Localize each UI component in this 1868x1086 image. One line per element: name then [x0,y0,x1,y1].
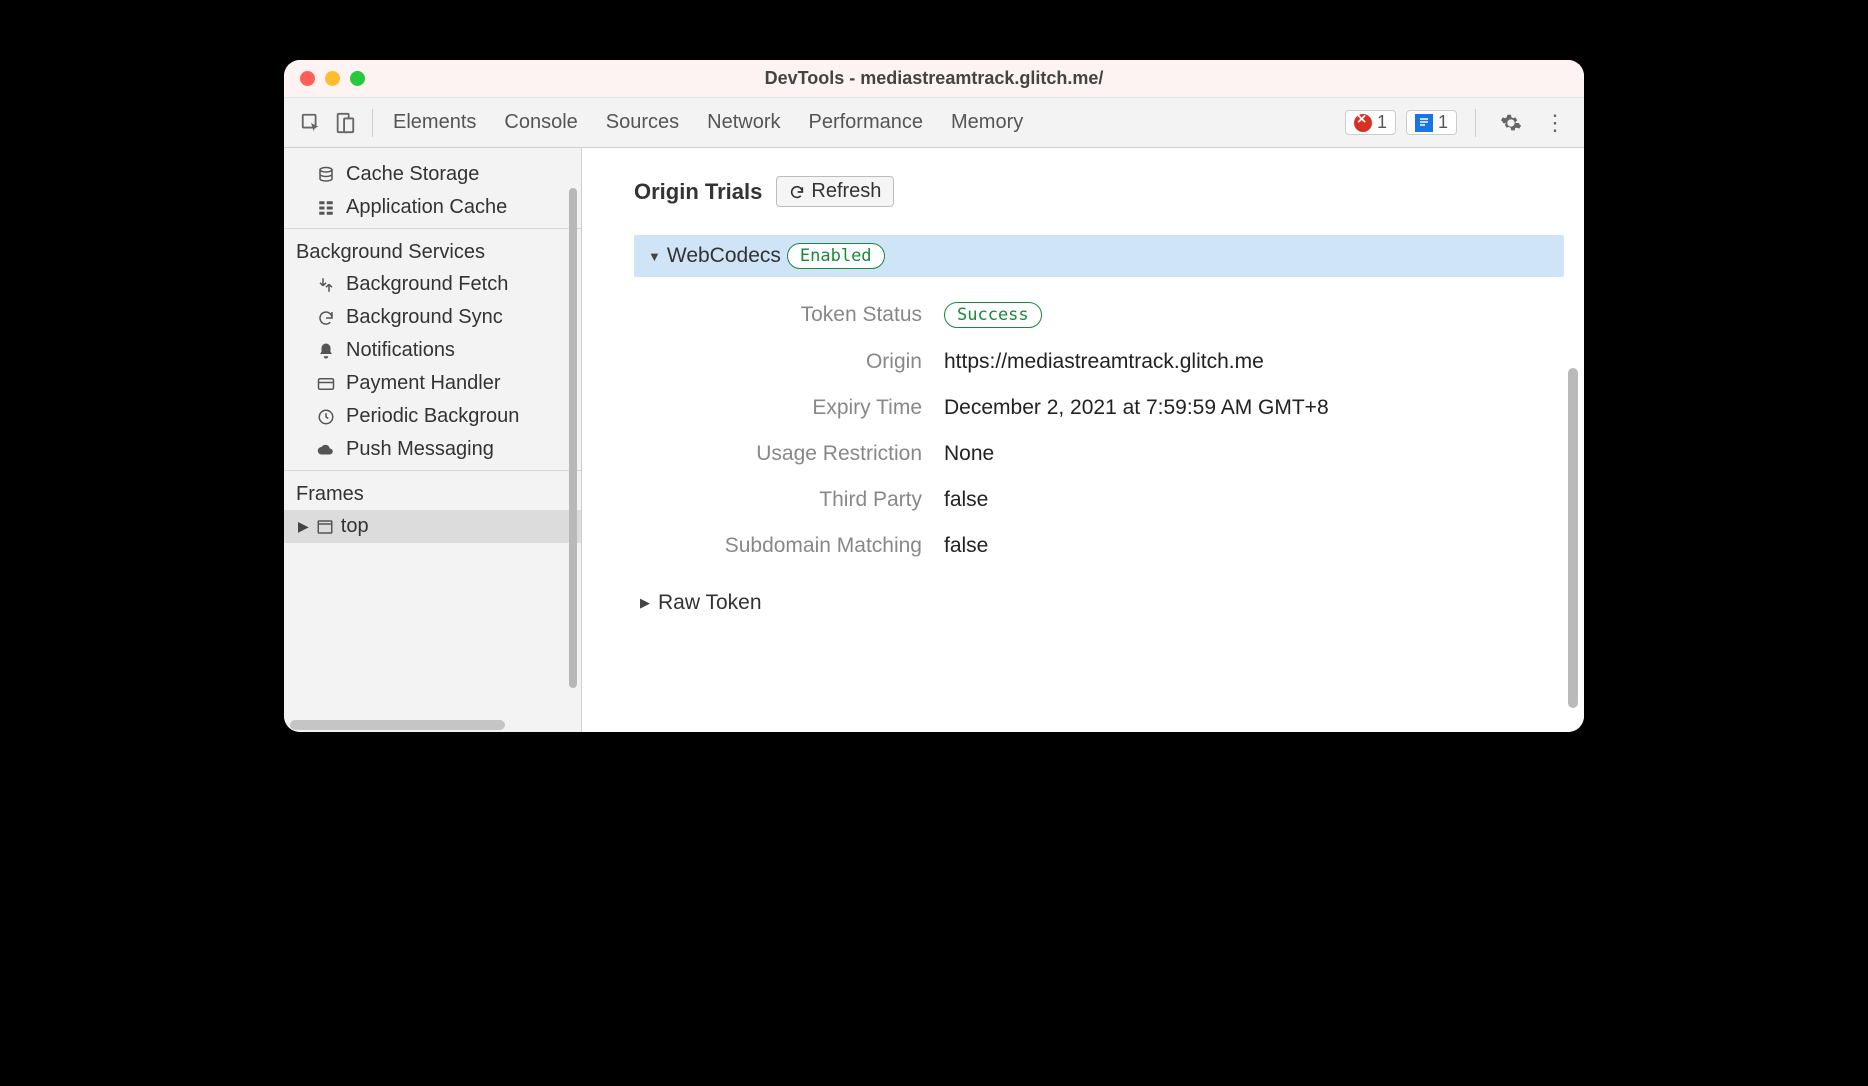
database-icon [316,166,336,184]
prop-label: Expiry Time [644,396,944,420]
sidebar-item-label: Periodic Backgroun [346,405,519,428]
prop-label: Third Party [644,488,944,512]
sidebar-item-label: Application Cache [346,196,507,219]
token-status-badge: Success [944,302,1042,328]
cloud-icon [316,441,336,459]
collapse-triangle-icon[interactable]: ▼ [648,249,661,264]
window-minimize-button[interactable] [325,71,340,86]
trial-properties: Token Status Success Origin https://medi… [644,291,1564,569]
more-menu-icon[interactable]: ⋮ [1538,110,1572,136]
sidebar-item-label: Background Sync [346,306,503,329]
device-toggle-icon[interactable] [330,108,360,138]
issues-pill[interactable]: 1 [1406,110,1457,135]
expand-triangle-icon[interactable]: ▶ [640,595,650,611]
tab-console[interactable]: Console [504,111,577,134]
issues-icon [1415,114,1433,132]
section-title: Origin Trials [634,179,762,205]
prop-label: Subdomain Matching [644,534,944,558]
sidebar-header-bg: Background Services [284,233,581,268]
prop-value: false [944,534,988,558]
section-header: Origin Trials Refresh [634,176,1564,207]
sidebar-item-background-fetch[interactable]: Background Fetch [284,268,581,301]
sidebar-group-storage: Cache Storage Application Cache [284,148,581,228]
prop-value: false [944,488,988,512]
sidebar-item-application-cache[interactable]: Application Cache [284,191,581,224]
raw-token-row[interactable]: ▶ Raw Token [640,591,1564,615]
window-zoom-button[interactable] [350,71,365,86]
sidebar-item-label: Payment Handler [346,372,501,395]
prop-expiry: Expiry Time December 2, 2021 at 7:59:59 … [644,385,1564,431]
sidebar-scrollbar[interactable] [569,188,577,688]
main-scrollbar[interactable] [1568,368,1578,708]
sidebar-group-frames: Frames ▶ top [284,470,581,547]
refresh-icon [789,184,805,200]
prop-label: Token Status [644,303,944,327]
sidebar-item-periodic-sync[interactable]: Periodic Backgroun [284,400,581,433]
clock-icon [316,408,336,426]
sidebar-item-push-messaging[interactable]: Push Messaging [284,433,581,466]
application-main: Origin Trials Refresh ▼ WebCodecs Enable… [582,148,1584,732]
refresh-button[interactable]: Refresh [776,176,894,207]
status-badge-enabled: Enabled [787,243,885,269]
sidebar-h-scrollbar[interactable] [290,720,505,730]
devtools-toolbar: Elements Console Sources Network Perform… [284,98,1584,148]
sidebar-item-cache-storage[interactable]: Cache Storage [284,158,581,191]
errors-count: 1 [1377,112,1387,133]
issues-count: 1 [1438,112,1448,133]
sidebar-item-payment-handler[interactable]: Payment Handler [284,367,581,400]
prop-usage-restriction: Usage Restriction None [644,431,1564,477]
toolbar-separator [372,109,373,137]
application-sidebar: Cache Storage Application Cache Backgrou… [284,148,582,732]
sidebar-item-notifications[interactable]: Notifications [284,334,581,367]
grid-icon [316,199,336,217]
prop-token-status: Token Status Success [644,291,1564,339]
devtools-tabs: Elements Console Sources Network Perform… [393,111,1341,134]
tab-elements[interactable]: Elements [393,111,476,134]
devtools-body: Cache Storage Application Cache Backgrou… [284,148,1584,732]
tab-memory[interactable]: Memory [951,111,1023,134]
tab-performance[interactable]: Performance [809,111,924,134]
toolbar-right: 1 1 ⋮ [1345,109,1572,137]
sidebar-item-label: top [341,515,369,538]
sidebar-item-label: Push Messaging [346,438,494,461]
bell-icon [316,342,336,360]
prop-label: Origin [644,350,944,374]
prop-subdomain-matching: Subdomain Matching false [644,523,1564,569]
error-icon [1354,114,1372,132]
trial-name: WebCodecs [667,244,781,268]
prop-value: https://mediastreamtrack.glitch.me [944,350,1264,374]
trial-row[interactable]: ▼ WebCodecs Enabled [634,235,1564,277]
tab-sources[interactable]: Sources [606,111,679,134]
prop-third-party: Third Party false [644,477,1564,523]
prop-label: Usage Restriction [644,442,944,466]
settings-gear-icon[interactable] [1494,112,1528,134]
sidebar-item-label: Notifications [346,339,455,362]
sidebar-item-label: Background Fetch [346,273,508,296]
window-title: DevTools - mediastreamtrack.glitch.me/ [284,68,1584,89]
element-picker-icon[interactable] [296,108,326,138]
card-icon [316,375,336,393]
expand-triangle-icon[interactable]: ▶ [298,518,309,535]
titlebar: DevTools - mediastreamtrack.glitch.me/ [284,60,1584,98]
sidebar-group-background-services: Background Services Background Fetch Bac… [284,228,581,470]
prop-value: December 2, 2021 at 7:59:59 AM GMT+8 [944,396,1329,420]
errors-pill[interactable]: 1 [1345,110,1396,135]
refresh-label: Refresh [811,180,881,203]
sidebar-header-frames: Frames [284,475,581,510]
devtools-window: DevTools - mediastreamtrack.glitch.me/ E… [284,60,1584,732]
prop-origin: Origin https://mediastreamtrack.glitch.m… [644,339,1564,385]
sync-icon [316,309,336,327]
toolbar-separator [1475,109,1476,137]
raw-token-label: Raw Token [658,591,762,615]
sidebar-item-label: Cache Storage [346,163,479,186]
sidebar-item-frame-top[interactable]: ▶ top [284,510,581,543]
tab-network[interactable]: Network [707,111,780,134]
frame-icon [315,518,335,536]
window-controls [300,71,365,86]
sidebar-item-background-sync[interactable]: Background Sync [284,301,581,334]
window-close-button[interactable] [300,71,315,86]
prop-value: None [944,442,994,466]
fetch-icon [316,276,336,294]
